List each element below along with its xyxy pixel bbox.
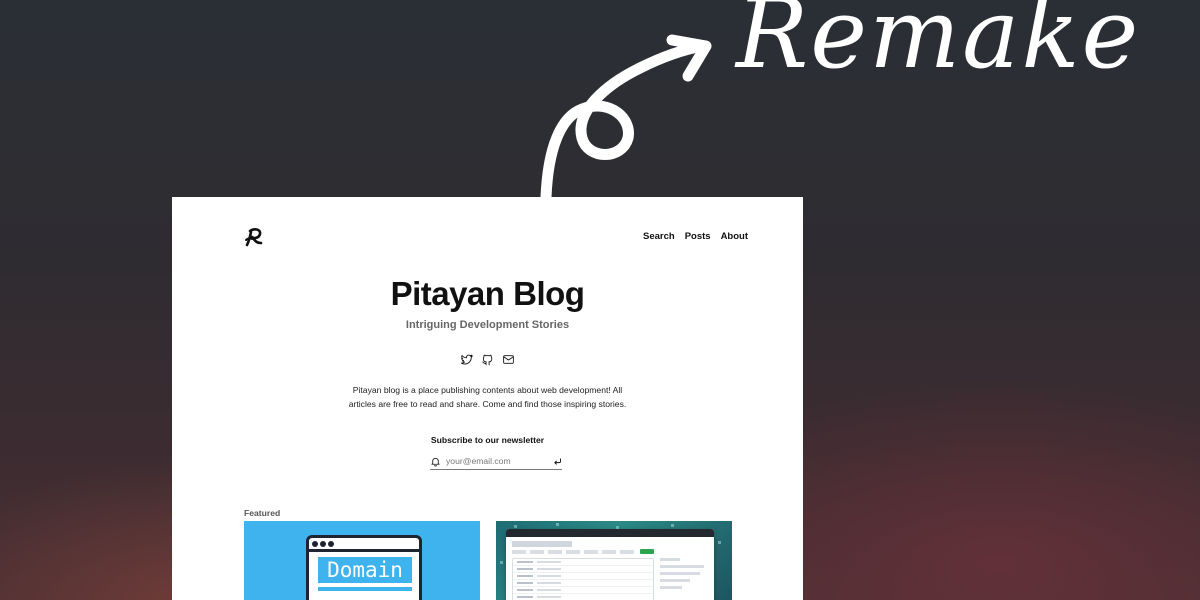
newsletter-email-input[interactable] bbox=[446, 456, 544, 466]
featured-section-label: Featured bbox=[244, 508, 281, 518]
newsletter-form bbox=[430, 453, 562, 470]
github-screenshot-illustration bbox=[506, 529, 714, 600]
nav-search-link[interactable]: Search bbox=[643, 231, 675, 242]
site-subtitle: Intriguing Development Stories bbox=[405, 319, 570, 331]
nav-about-link[interactable]: About bbox=[721, 231, 748, 242]
enter-icon[interactable] bbox=[553, 457, 562, 466]
browser-illustration: Domain bbox=[306, 535, 422, 600]
mail-icon[interactable] bbox=[502, 353, 515, 366]
featured-card-github[interactable] bbox=[496, 521, 732, 600]
twitter-icon[interactable] bbox=[460, 353, 473, 366]
blog-page-preview: Search Posts About Pitayan Blog Intrigui… bbox=[172, 197, 803, 600]
nav-posts-link[interactable]: Posts bbox=[685, 231, 711, 242]
newsletter-label: Subscribe to our newsletter bbox=[430, 435, 545, 445]
top-nav: Search Posts About bbox=[643, 231, 748, 242]
social-links bbox=[172, 353, 803, 366]
pitayan-logo-icon[interactable] bbox=[244, 227, 264, 247]
bell-icon bbox=[431, 457, 440, 466]
site-title: Pitayan Blog bbox=[390, 275, 585, 312]
remake-label: Remake bbox=[736, 0, 1141, 90]
featured-card-domain[interactable]: Domain bbox=[244, 521, 480, 600]
domain-image-text: Domain bbox=[318, 557, 412, 583]
github-icon[interactable] bbox=[481, 353, 494, 366]
site-description: Pitayan blog is a place publishing conte… bbox=[348, 385, 627, 409]
